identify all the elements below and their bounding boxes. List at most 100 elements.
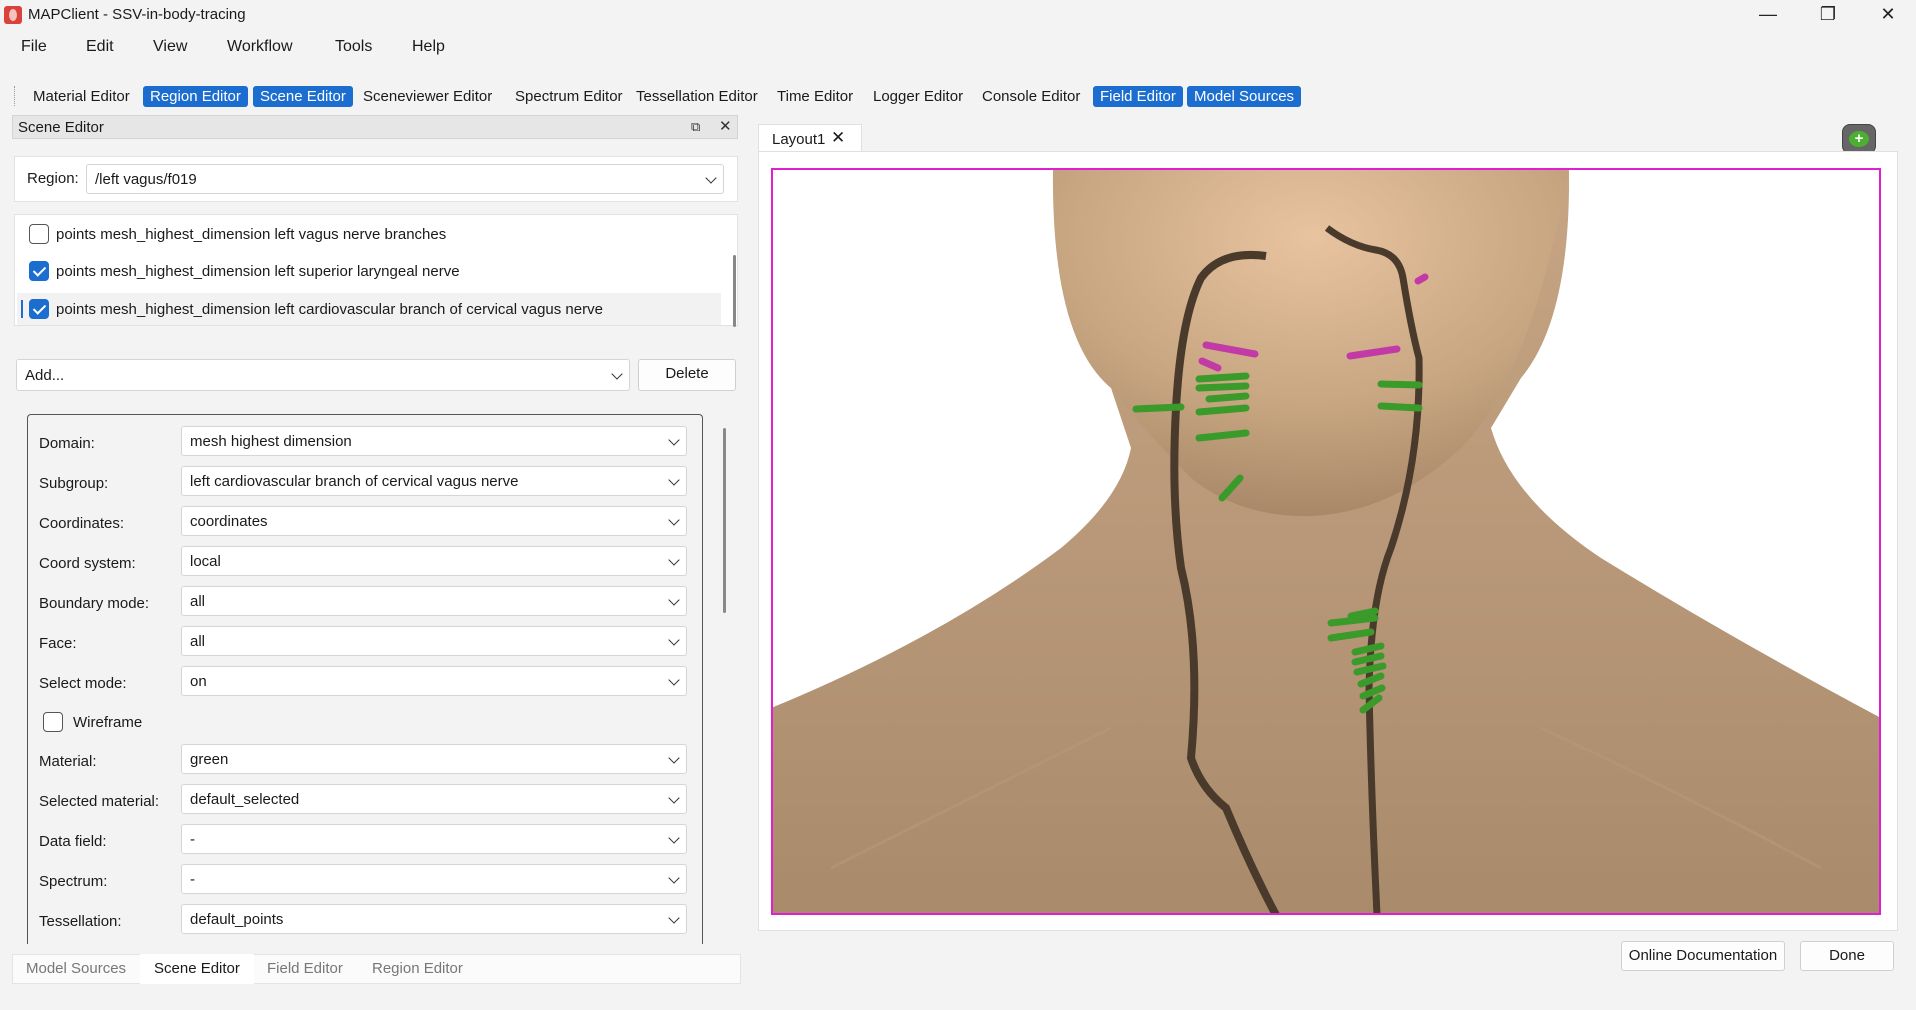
done-button[interactable]: Done	[1800, 941, 1894, 971]
boundary-mode-select[interactable]: all	[181, 586, 687, 616]
layout-tab-label: Layout1	[772, 131, 826, 148]
data-field-select[interactable]: -	[181, 824, 687, 854]
toolbar-logger-editor[interactable]: Logger Editor	[866, 86, 970, 107]
menu-edit[interactable]: Edit	[86, 38, 114, 56]
subgroup-select[interactable]: left cardiovascular branch of cervical v…	[181, 466, 687, 496]
spectrum-label: Spectrum:	[39, 873, 108, 890]
chevron-down-icon	[668, 912, 680, 924]
properties-scrollbar[interactable]	[723, 428, 726, 613]
add-icon: +	[1849, 131, 1869, 147]
chevron-down-icon	[668, 752, 680, 764]
float-icon[interactable]: ⧉	[691, 119, 700, 135]
graphics-properties: Domain: mesh highest dimension Subgroup:…	[27, 414, 703, 944]
toolbar-sceneviewer-editor[interactable]: Sceneviewer Editor	[356, 86, 499, 107]
selected-material-value: default_selected	[190, 791, 300, 808]
graphics-checkbox[interactable]	[29, 299, 49, 319]
menu-file[interactable]: File	[21, 38, 47, 56]
coordinates-select[interactable]: coordinates	[181, 506, 687, 536]
region-value: /left vagus/f019	[95, 171, 197, 188]
selected-material-label: Selected material:	[39, 793, 160, 810]
delete-button[interactable]: Delete	[638, 359, 736, 391]
domain-select[interactable]: mesh highest dimension	[181, 426, 687, 456]
chevron-down-icon	[668, 434, 680, 446]
region-label: Region:	[27, 170, 79, 187]
app-icon	[4, 6, 22, 24]
tab-region-editor[interactable]: Region Editor	[358, 954, 477, 984]
chevron-down-icon	[668, 554, 680, 566]
add-graphics-select[interactable]: Add...	[16, 359, 630, 391]
add-layout-button[interactable]: +	[1842, 124, 1876, 154]
wireframe-checkbox[interactable]	[43, 712, 63, 732]
dock-title: Scene Editor	[18, 119, 104, 136]
tab-model-sources[interactable]: Model Sources	[12, 954, 140, 984]
toolbar-spectrum-editor[interactable]: Spectrum Editor	[508, 86, 630, 107]
selection-marker	[21, 300, 23, 318]
list-item-selected[interactable]: points mesh_highest_dimension left cardi…	[17, 293, 721, 325]
face-label: Face:	[39, 635, 77, 652]
face-select[interactable]: all	[181, 626, 687, 656]
menu-help[interactable]: Help	[412, 38, 445, 56]
subgroup-value: left cardiovascular branch of cervical v…	[190, 473, 519, 490]
toolbar-scene-editor[interactable]: Scene Editor	[253, 86, 353, 107]
toolbar-model-sources[interactable]: Model Sources	[1187, 86, 1302, 107]
coordinates-label: Coordinates:	[39, 515, 125, 532]
close-window-icon[interactable]: ✕	[1858, 0, 1916, 30]
tessellation-label: Tessellation:	[39, 913, 122, 930]
spectrum-value: -	[190, 871, 195, 888]
material-value: green	[190, 751, 229, 768]
window-title: MAPClient - SSV-in-body-tracing	[28, 6, 246, 23]
spectrum-select[interactable]: -	[181, 864, 687, 894]
selected-material-select[interactable]: default_selected	[181, 784, 687, 814]
graphics-label: points mesh_highest_dimension left vagus…	[56, 226, 447, 243]
title-bar: MAPClient - SSV-in-body-tracing — ❐ ✕	[0, 0, 1916, 30]
list-scrollbar[interactable]	[733, 255, 736, 327]
list-item[interactable]: points mesh_highest_dimension left vagus…	[17, 219, 721, 249]
chevron-down-icon	[668, 792, 680, 804]
material-select[interactable]: green	[181, 744, 687, 774]
tab-scene-editor[interactable]: Scene Editor	[140, 954, 254, 984]
restore-icon[interactable]: ❐	[1798, 0, 1858, 30]
toolbar-field-editor[interactable]: Field Editor	[1093, 86, 1183, 107]
toolbar-tessellation-editor[interactable]: Tessellation Editor	[629, 86, 765, 107]
menu-view[interactable]: View	[153, 38, 187, 56]
coord-system-label: Coord system:	[39, 555, 136, 572]
subgroup-label: Subgroup:	[39, 475, 109, 492]
close-tab-icon[interactable]: ✕	[831, 128, 845, 148]
scene-viewport[interactable]	[771, 168, 1881, 915]
list-item[interactable]: points mesh_highest_dimension left super…	[17, 256, 721, 286]
data-field-value: -	[190, 831, 195, 848]
select-mode-label: Select mode:	[39, 675, 127, 692]
tessellation-value: default_points	[190, 911, 284, 928]
graphics-checkbox[interactable]	[29, 261, 49, 281]
select-mode-select[interactable]: on	[181, 666, 687, 696]
boundary-mode-value: all	[190, 593, 206, 610]
tab-field-editor[interactable]: Field Editor	[253, 954, 357, 984]
menu-tools[interactable]: Tools	[335, 38, 372, 56]
coordinates-value: coordinates	[190, 513, 268, 530]
domain-label: Domain:	[39, 435, 95, 452]
toolbar-region-editor[interactable]: Region Editor	[143, 86, 248, 107]
toolbar-material-editor[interactable]: Material Editor	[26, 86, 137, 107]
online-documentation-button[interactable]: Online Documentation	[1621, 941, 1785, 971]
chevron-down-icon	[611, 368, 623, 380]
chevron-down-icon	[668, 634, 680, 646]
layout-tab[interactable]: Layout1 ✕	[758, 124, 862, 152]
toolbar-time-editor[interactable]: Time Editor	[770, 86, 860, 107]
face-value: all	[190, 633, 206, 650]
region-select[interactable]: /left vagus/f019	[86, 164, 724, 194]
region-panel: Region: /left vagus/f019	[14, 156, 738, 202]
chevron-down-icon	[705, 172, 717, 184]
coord-system-select[interactable]: local	[181, 546, 687, 576]
boundary-mode-label: Boundary mode:	[39, 595, 150, 612]
tessellation-select[interactable]: default_points	[181, 904, 687, 934]
close-dock-icon[interactable]: ✕	[719, 117, 732, 135]
minimize-icon[interactable]: —	[1738, 0, 1798, 30]
chevron-down-icon	[668, 594, 680, 606]
chevron-down-icon	[668, 514, 680, 526]
wireframe-label: Wireframe	[73, 714, 143, 731]
graphics-label: points mesh_highest_dimension left super…	[56, 263, 460, 280]
menu-workflow[interactable]: Workflow	[227, 38, 293, 56]
toolbar-grip[interactable]	[14, 86, 16, 106]
graphics-checkbox[interactable]	[29, 224, 49, 244]
toolbar-console-editor[interactable]: Console Editor	[975, 86, 1087, 107]
